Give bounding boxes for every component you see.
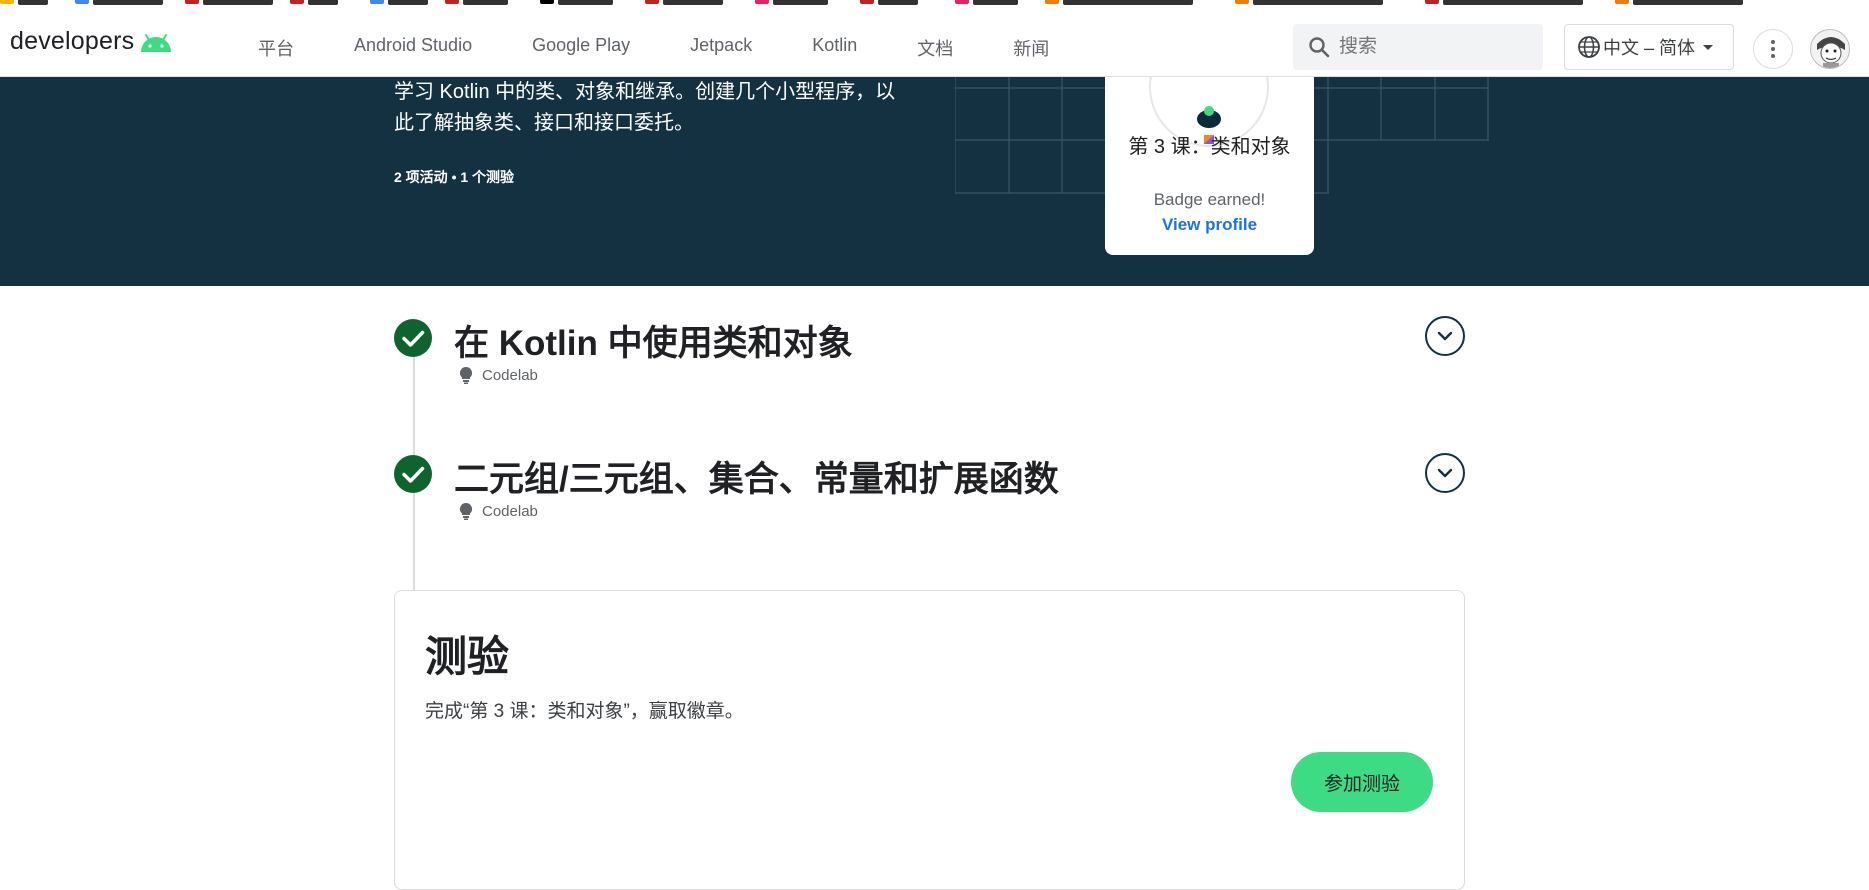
activity-title[interactable]: 在 Kotlin 中使用类和对象 (454, 315, 853, 366)
activity-type-label: Codelab (482, 502, 538, 520)
brand-name: developers (10, 27, 135, 55)
view-profile-link[interactable]: View profile (1105, 215, 1314, 235)
bookmark-item[interactable] (1045, 0, 1193, 5)
activity-title[interactable]: 二元组/三元组、集合、常量和扩展函数 (454, 451, 1059, 502)
bookmark-item[interactable] (755, 0, 828, 5)
check-circle-icon (394, 319, 432, 357)
quiz-description: 完成“第 3 课：类和对象”，赢取徽章。 (425, 701, 744, 722)
bookmark-item[interactable] (645, 0, 723, 5)
bookmark-item[interactable] (185, 0, 273, 5)
dot-icon (1771, 54, 1775, 58)
badge-earned-text: Badge earned! (1153, 190, 1266, 209)
bookmark-item[interactable] (955, 0, 1018, 5)
nav-link-android-studio[interactable]: Android Studio (354, 35, 472, 61)
lightbulb-icon (459, 502, 473, 520)
quiz-card: 测验 完成“第 3 课：类和对象”，赢取徽章。 参加测验 (394, 590, 1465, 890)
bookmark-item[interactable] (370, 0, 428, 5)
nav-link-kotlin[interactable]: Kotlin (812, 35, 857, 61)
activity-type: Codelab (458, 366, 538, 384)
nav-link-jetpack[interactable]: Jetpack (690, 35, 752, 61)
take-quiz-button[interactable]: 参加测验 (1291, 752, 1433, 812)
avatar-image (1811, 30, 1849, 68)
expand-button[interactable] (1425, 453, 1465, 493)
avatar[interactable] (1810, 29, 1850, 69)
top-navigation: developers 平台 Android Studio Google Play… (0, 5, 1869, 77)
developers-logo[interactable]: developers (10, 27, 174, 56)
nav-link-google-play[interactable]: Google Play (532, 35, 630, 61)
bookmark-item[interactable] (1425, 0, 1583, 5)
course-description: 学习 Kotlin 中的类、对象和继承。创建几个小型程序，以此了解抽象类、接口和… (394, 81, 896, 134)
check-circle-icon (394, 455, 432, 493)
search-box[interactable] (1293, 24, 1543, 70)
bookmark-item[interactable] (0, 0, 48, 5)
dot-icon (1771, 40, 1775, 44)
expand-button[interactable] (1425, 316, 1465, 356)
badge-card: 第 3 课：类和对象 Badge earned! View profile (1105, 77, 1314, 255)
bookmark-item[interactable] (860, 0, 918, 5)
android-icon (141, 33, 172, 52)
quiz-title: 测验 (425, 633, 510, 680)
activity-type: Codelab (458, 502, 538, 520)
bookmark-item[interactable] (75, 0, 163, 5)
language-label: 中文 – 简体 (1603, 38, 1696, 58)
badge-title: 第 3 课：类和对象 (1128, 136, 1291, 158)
chevron-down-icon (1437, 331, 1453, 341)
bookmark-item[interactable] (1235, 0, 1383, 5)
bookmark-item[interactable] (290, 0, 338, 5)
bookmark-item[interactable] (445, 0, 508, 5)
activity-type-label: Codelab (482, 366, 538, 384)
chevron-down-icon (1437, 468, 1453, 478)
bookmark-item[interactable] (1615, 0, 1743, 5)
lightbulb-icon (459, 366, 473, 384)
search-input[interactable] (1339, 36, 1519, 58)
globe-icon (1578, 36, 1600, 58)
course-meta: 2 项活动 • 1 个测验 (394, 169, 515, 185)
language-selector[interactable]: 中文 – 简体 (1564, 24, 1734, 70)
dot-icon (1771, 47, 1775, 51)
bookmark-item[interactable] (540, 0, 613, 5)
nav-link-news[interactable]: 新闻 (1013, 35, 1049, 61)
search-icon (1309, 37, 1330, 58)
nav-link-docs[interactable]: 文档 (917, 35, 953, 61)
chevron-down-icon (1703, 44, 1714, 50)
course-hero: 学习 Kotlin 中的类、对象和继承。创建几个小型程序，以此了解抽象类、接口和… (0, 77, 1869, 286)
more-options-button[interactable] (1753, 29, 1793, 69)
nav-link-platform[interactable]: 平台 (258, 35, 294, 61)
primary-nav: 平台 Android Studio Google Play Jetpack Ko… (258, 35, 1109, 61)
